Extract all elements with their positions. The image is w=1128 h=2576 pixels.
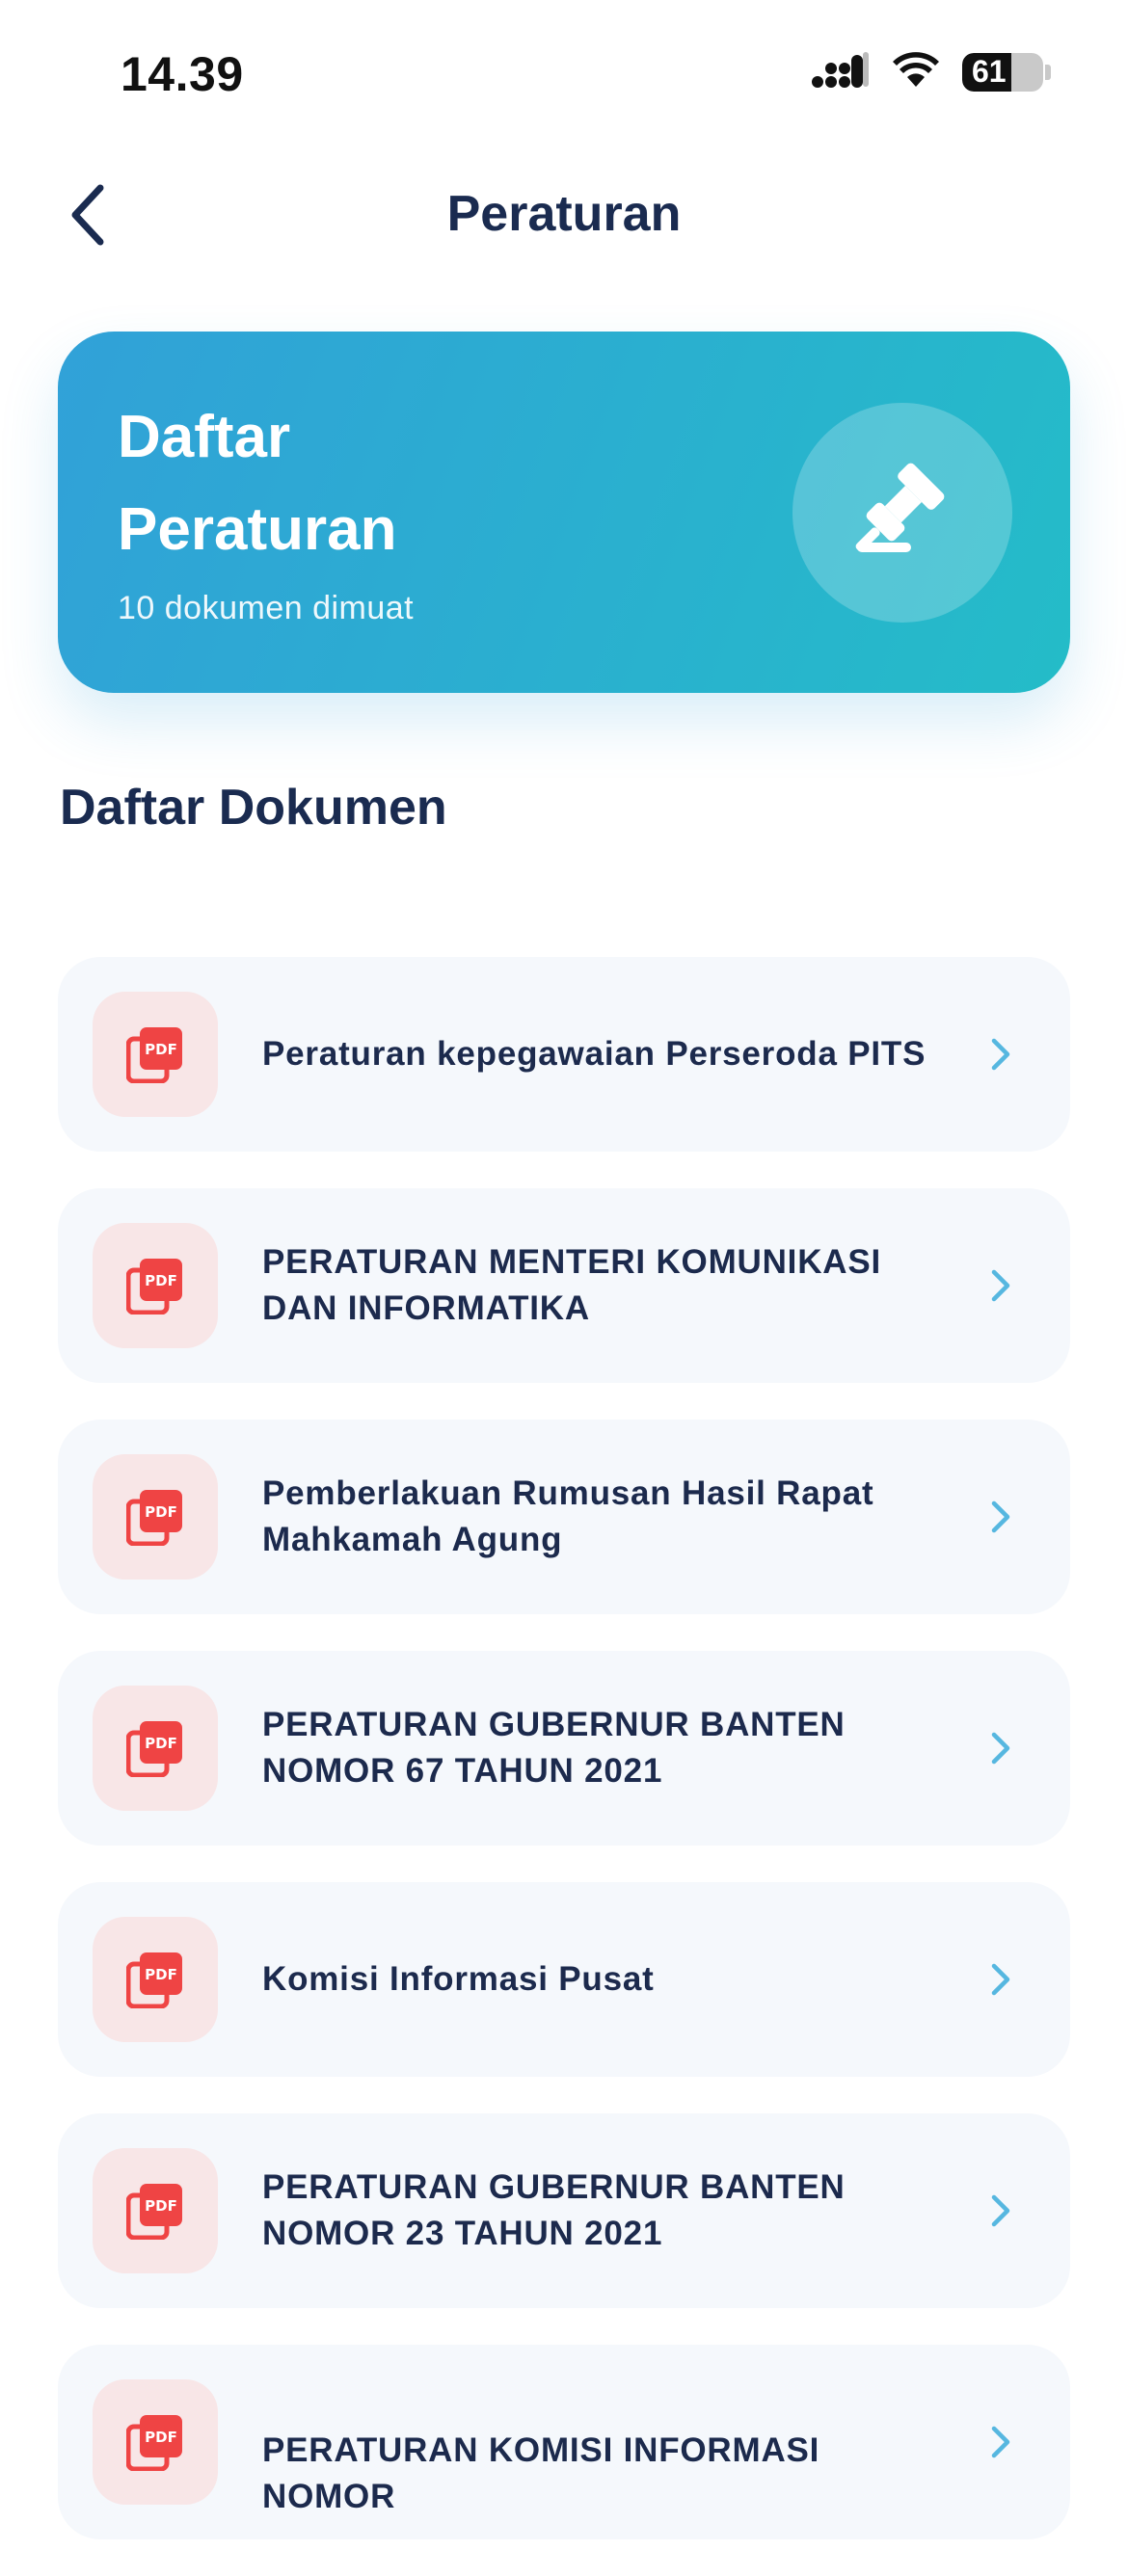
pdf-icon: PDF — [93, 2379, 218, 2505]
document-title: PERATURAN GUBERNUR BANTEN NOMOR 67 TAHUN… — [262, 1706, 846, 1790]
wifi-icon — [891, 50, 941, 93]
gavel-icon — [849, 458, 955, 569]
document-title: PERATURAN MENTERI KOMUNIKASI DAN INFORMA… — [262, 1243, 882, 1327]
document-item[interactable]: PDF PERATURAN MENTERI KOMUNIKASI DAN INF… — [58, 1188, 1070, 1383]
chevron-right-icon — [981, 2191, 1020, 2230]
document-item[interactable]: PDF Komisi Informasi Pusat — [58, 1882, 1070, 2077]
hero-title-line2: Peraturan — [118, 496, 397, 563]
document-title: PERATURAN GUBERNUR BANTEN NOMOR 23 TAHUN… — [262, 2168, 846, 2252]
pdf-icon: PDF — [93, 1686, 218, 1811]
hero-card: Daftar Peraturan 10 dokumen dimuat — [58, 332, 1070, 693]
chevron-right-icon — [981, 1729, 1020, 1767]
pdf-icon: PDF — [93, 1917, 218, 2042]
svg-text:PDF: PDF — [145, 1272, 177, 1289]
pdf-icon: PDF — [93, 1223, 218, 1348]
cellular-signal-icon — [812, 50, 870, 93]
svg-text:PDF: PDF — [145, 1503, 177, 1521]
chevron-right-icon — [981, 1498, 1020, 1536]
hero-title-line1: Daftar — [118, 404, 291, 470]
pdf-icon: PDF — [93, 2148, 218, 2273]
chevron-right-icon — [981, 1035, 1020, 1074]
battery-icon: 61 — [962, 52, 1043, 92]
document-item[interactable]: PDF PERATURAN KOMISI INFORMASI NOMOR — [58, 2345, 1070, 2539]
svg-text:PDF: PDF — [145, 1735, 177, 1752]
document-list: PDF Peraturan kepegawaian Perseroda PITS… — [58, 957, 1070, 2576]
document-title: Pemberlakuan Rumusan Hasil Rapat Mahkama… — [262, 1474, 874, 1558]
hero-title: Daftar Peraturan — [118, 391, 600, 576]
document-item[interactable]: PDF PERATURAN GUBERNUR BANTEN NOMOR 23 T… — [58, 2113, 1070, 2308]
page-title: Peraturan — [446, 186, 682, 242]
document-title: PERATURAN KOMISI INFORMASI NOMOR — [262, 2431, 820, 2515]
document-title: Peraturan kepegawaian Perseroda PITS — [262, 1035, 927, 1073]
chevron-right-icon — [981, 1960, 1020, 1999]
document-title: Komisi Informasi Pusat — [262, 1960, 655, 1998]
document-count: 10 dokumen dimuat — [118, 590, 415, 626]
pdf-icon: PDF — [93, 992, 218, 1117]
document-item[interactable]: PDF Pemberlakuan Rumusan Hasil Rapat Mah… — [58, 1420, 1070, 1614]
chevron-right-icon — [981, 1266, 1020, 1305]
chevron-right-icon — [981, 2423, 1020, 2461]
pdf-icon: PDF — [93, 1454, 218, 1580]
svg-text:PDF: PDF — [145, 1041, 177, 1058]
battery-level: 61 — [972, 54, 1007, 89]
svg-text:PDF: PDF — [145, 2197, 177, 2215]
document-item[interactable]: PDF PERATURAN GUBERNUR BANTEN NOMOR 67 T… — [58, 1651, 1070, 1846]
hero-icon-circle — [792, 403, 1012, 623]
svg-text:PDF: PDF — [145, 1966, 177, 1983]
status-time: 14.39 — [121, 47, 244, 101]
svg-text:PDF: PDF — [145, 2429, 177, 2446]
document-item[interactable]: PDF Peraturan kepegawaian Perseroda PITS — [58, 957, 1070, 1152]
status-icons: 61 — [812, 50, 1051, 93]
section-title: Daftar Dokumen — [60, 780, 447, 836]
